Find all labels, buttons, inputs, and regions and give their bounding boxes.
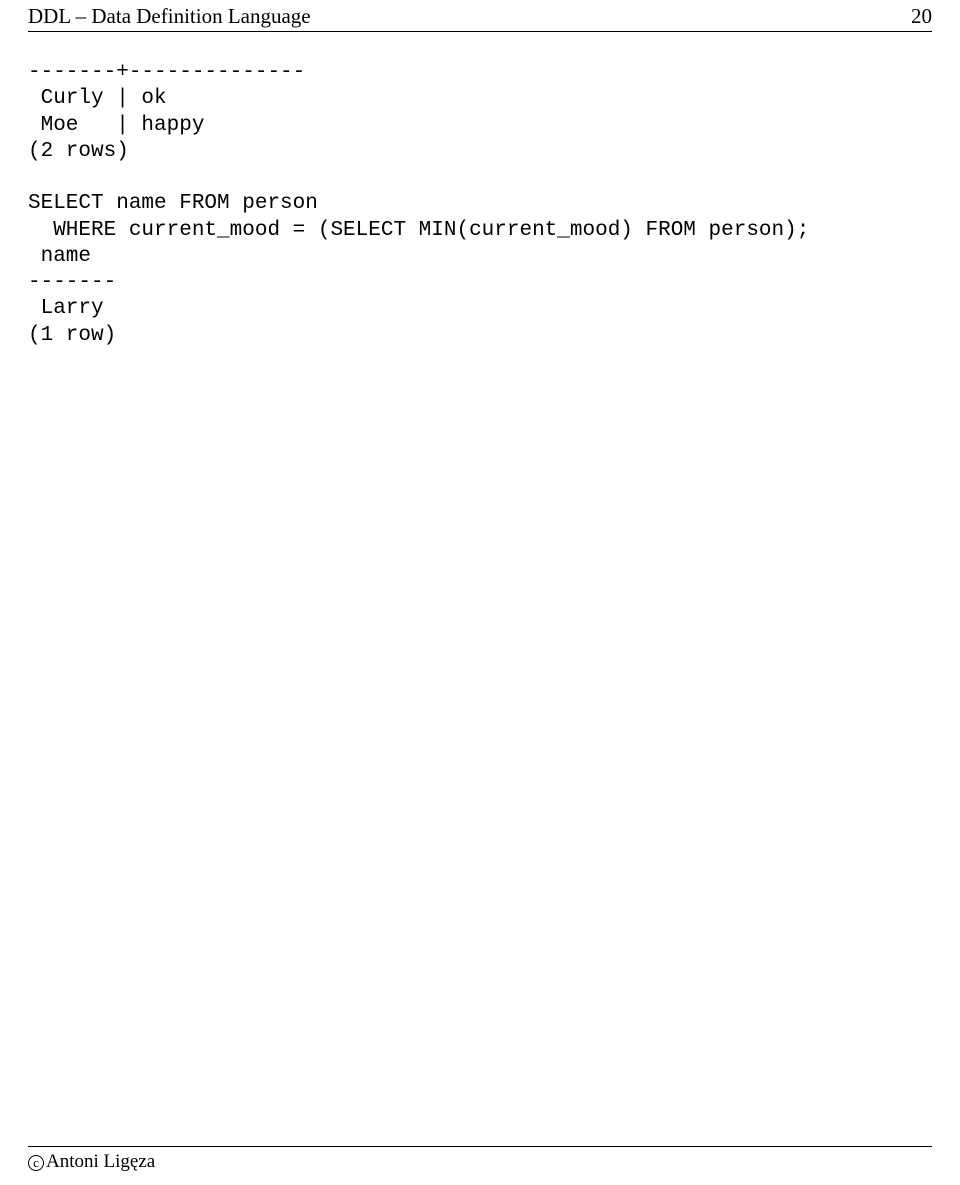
code-line: Curly | ok bbox=[28, 87, 167, 110]
copyright-icon: c bbox=[28, 1155, 44, 1171]
footer-author: Antoni Ligęza bbox=[46, 1151, 155, 1172]
code-line: SELECT name FROM person bbox=[28, 192, 318, 215]
code-block: -------+-------------- Curly | ok Moe | … bbox=[28, 60, 932, 349]
page-footer: cAntoni Ligęza bbox=[28, 1146, 932, 1173]
code-line: ------- bbox=[28, 271, 116, 294]
page-number: 20 bbox=[911, 4, 932, 29]
code-line: WHERE current_mood = (SELECT MIN(current… bbox=[28, 219, 809, 242]
code-line: Moe | happy bbox=[28, 114, 204, 137]
code-line: (1 row) bbox=[28, 324, 116, 347]
code-line: -------+-------------- bbox=[28, 61, 305, 84]
page-header: DDL – Data Definition Language 20 bbox=[28, 0, 932, 32]
code-line: (2 rows) bbox=[28, 140, 129, 163]
code-line: Larry bbox=[28, 297, 104, 320]
footer-copyright: cAntoni Ligęza bbox=[28, 1151, 155, 1172]
code-line: name bbox=[28, 245, 91, 268]
header-title: DDL – Data Definition Language bbox=[28, 4, 311, 29]
